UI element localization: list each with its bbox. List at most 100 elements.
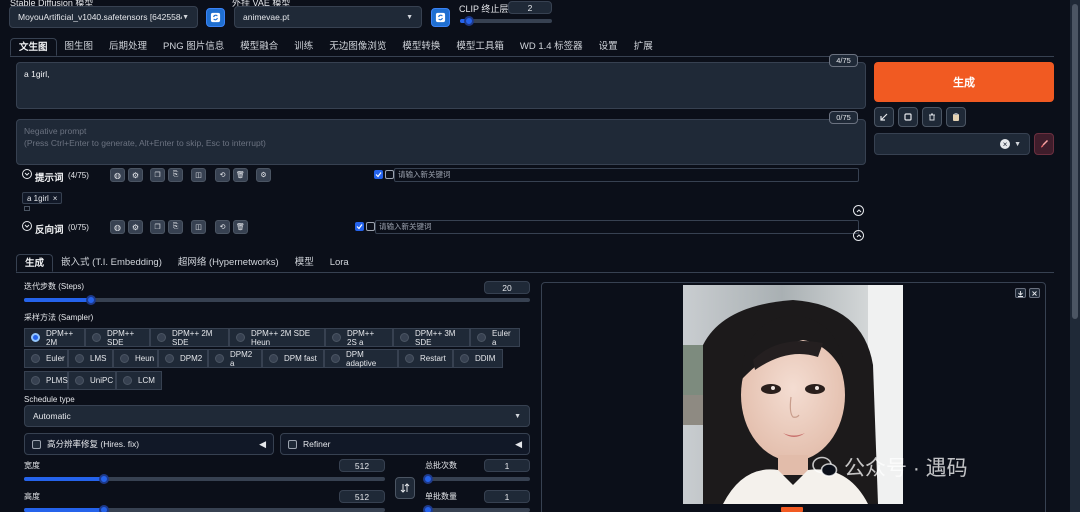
batch-count-slider-thumb[interactable] xyxy=(423,474,433,484)
width-slider-thumb[interactable] xyxy=(99,474,110,484)
steps-slider[interactable] xyxy=(24,295,530,305)
paste-style-button[interactable] xyxy=(946,107,966,127)
prompt-tags-toggle[interactable] xyxy=(22,169,32,179)
settings-button[interactable]: ⚙ xyxy=(128,220,143,234)
translate-button[interactable]: ◫ xyxy=(191,220,206,234)
collapse-negative-tags-button[interactable] xyxy=(853,230,864,241)
history-button[interactable]: ⟲ xyxy=(215,220,230,234)
width-slider[interactable] xyxy=(24,474,385,484)
hires-fix-checkbox[interactable] xyxy=(32,439,41,449)
tab-image-browser[interactable]: 无边图像浏览 xyxy=(321,38,394,56)
subtab-models[interactable]: 模型 xyxy=(287,254,322,272)
delete-button[interactable]: 🗑 xyxy=(233,168,248,182)
page-scrollbar[interactable] xyxy=(1070,0,1080,512)
sampler-option[interactable]: DDIM xyxy=(453,349,503,368)
sampler-option[interactable]: DPM2 a xyxy=(208,349,262,368)
edit-styles-button[interactable] xyxy=(1034,133,1054,155)
collapse-prompt-tags-button[interactable] xyxy=(853,205,864,216)
close-icon[interactable]: × xyxy=(53,194,58,203)
height-slider-thumb[interactable] xyxy=(99,505,110,512)
sampler-option[interactable]: Heun xyxy=(113,349,158,368)
sampler-option[interactable]: DPM++ SDE xyxy=(85,328,150,347)
tab-checkpoint-merger[interactable]: 模型融合 xyxy=(232,38,286,56)
tab-settings[interactable]: 设置 xyxy=(591,38,626,56)
refiner-checkbox[interactable] xyxy=(288,439,297,449)
model-select[interactable]: MoyouArtificial_v1040.safetensors [64255… xyxy=(9,6,198,28)
scrollbar-thumb[interactable] xyxy=(1072,4,1078,319)
height-slider[interactable] xyxy=(24,505,385,512)
sampler-option[interactable]: DPM++ 2M SDE xyxy=(150,328,229,347)
clear-prompt-button[interactable] xyxy=(898,107,918,127)
sampler-option[interactable]: DPM2 xyxy=(158,349,208,368)
prompt-input[interactable]: a 1girl, xyxy=(16,62,866,109)
clip-value-input[interactable]: 2 xyxy=(508,1,552,14)
sampler-option[interactable]: DPM fast xyxy=(262,349,324,368)
vae-select[interactable]: animevae.pt ▼ xyxy=(234,6,422,28)
tab-extras[interactable]: 后期处理 xyxy=(101,38,155,56)
copy-button[interactable]: ❐ xyxy=(150,168,165,182)
negative-keyword-input[interactable]: 请输入新关键词 xyxy=(375,220,859,234)
tab-extensions[interactable]: 扩展 xyxy=(626,38,661,56)
tab-png-info[interactable]: PNG 图片信息 xyxy=(155,38,232,56)
negative-prompt-input[interactable]: Negative prompt (Press Ctrl+Enter to gen… xyxy=(16,119,866,165)
negative-keyword-checkbox-2[interactable] xyxy=(366,222,375,231)
steps-slider-thumb[interactable] xyxy=(86,295,97,305)
translate-button[interactable]: ◫ xyxy=(191,168,206,182)
width-input[interactable]: 512 xyxy=(339,459,385,472)
prompt-tag-chip[interactable]: a 1girl × xyxy=(22,192,63,204)
tab-img2img[interactable]: 图生图 xyxy=(57,38,102,56)
batch-size-input[interactable]: 1 xyxy=(484,490,530,503)
hires-fix-accordion[interactable]: 高分辨率修复 (Hires. fix) ◀ xyxy=(24,433,274,455)
refiner-accordion[interactable]: Refiner ◀ xyxy=(280,433,530,455)
batch-count-slider[interactable] xyxy=(423,474,530,484)
trash-button[interactable] xyxy=(922,107,942,127)
sampler-option[interactable]: DPM++ 2S a xyxy=(325,328,393,347)
sampler-option[interactable]: LCM xyxy=(116,371,162,390)
batch-size-slider-thumb[interactable] xyxy=(423,505,433,512)
globe-button[interactable]: ◍ xyxy=(110,220,125,234)
sampler-option[interactable]: Euler xyxy=(24,349,68,368)
read-params-button[interactable] xyxy=(874,107,894,127)
tab-train[interactable]: 训练 xyxy=(286,38,321,56)
sampler-option[interactable]: Restart xyxy=(398,349,453,368)
history-button[interactable]: ⟲ xyxy=(215,168,230,182)
negative-keyword-checkbox[interactable] xyxy=(355,222,364,231)
tab-model-toolkit[interactable]: 模型工具箱 xyxy=(448,38,512,56)
tab-wd-tagger[interactable]: WD 1.4 标签器 xyxy=(512,38,591,56)
schedule-select[interactable]: Automatic ▼ xyxy=(24,405,530,427)
prompt-keyword-checkbox[interactable] xyxy=(374,170,383,179)
generate-button[interactable]: 生成 xyxy=(874,62,1054,102)
subtab-generation[interactable]: 生成 xyxy=(16,254,54,272)
swap-dimensions-button[interactable] xyxy=(395,477,415,499)
styles-select[interactable]: × ▼ xyxy=(874,133,1030,155)
sampler-option[interactable]: UniPC xyxy=(68,371,116,390)
batch-size-slider[interactable] xyxy=(423,505,530,512)
batch-count-input[interactable]: 1 xyxy=(484,459,530,472)
sampler-option[interactable]: DPM++ 2M xyxy=(24,328,85,347)
prompt-keyword-checkbox-2[interactable] xyxy=(385,170,394,179)
close-preview-button[interactable] xyxy=(1029,288,1040,298)
subtab-embedding[interactable]: 嵌入式 (T.I. Embedding) xyxy=(53,254,170,272)
subtab-lora[interactable]: Lora xyxy=(322,254,357,272)
model-refresh-button[interactable] xyxy=(206,8,225,27)
sampler-option[interactable]: DPM++ 2M SDE Heun xyxy=(229,328,325,347)
subtab-hypernetworks[interactable]: 超网络 (Hypernetworks) xyxy=(170,254,287,272)
clear-styles-icon[interactable]: × xyxy=(1000,139,1011,149)
sampler-option[interactable]: Euler a xyxy=(470,328,520,347)
tab-txt2img[interactable]: 文生图 xyxy=(10,38,57,56)
paste-button[interactable]: ⎘ xyxy=(168,168,183,182)
sampler-option[interactable]: DPM adaptive xyxy=(324,349,398,368)
favorite-button[interactable]: ⚙ xyxy=(256,168,271,182)
download-button[interactable] xyxy=(1015,288,1026,298)
settings-button[interactable]: ⚙ xyxy=(128,168,143,182)
sampler-option[interactable]: PLMS xyxy=(24,371,68,390)
height-input[interactable]: 512 xyxy=(339,490,385,503)
tab-model-converter[interactable]: 模型转换 xyxy=(394,38,448,56)
delete-button[interactable]: 🗑 xyxy=(233,220,248,234)
copy-button[interactable]: ❐ xyxy=(150,220,165,234)
sampler-option[interactable]: DPM++ 3M SDE xyxy=(393,328,470,347)
globe-button[interactable]: ◍ xyxy=(110,168,125,182)
prompt-keyword-input[interactable]: 请输入新关键词 xyxy=(394,168,859,182)
clip-slider-thumb[interactable] xyxy=(464,16,475,26)
steps-input[interactable]: 20 xyxy=(484,281,530,294)
